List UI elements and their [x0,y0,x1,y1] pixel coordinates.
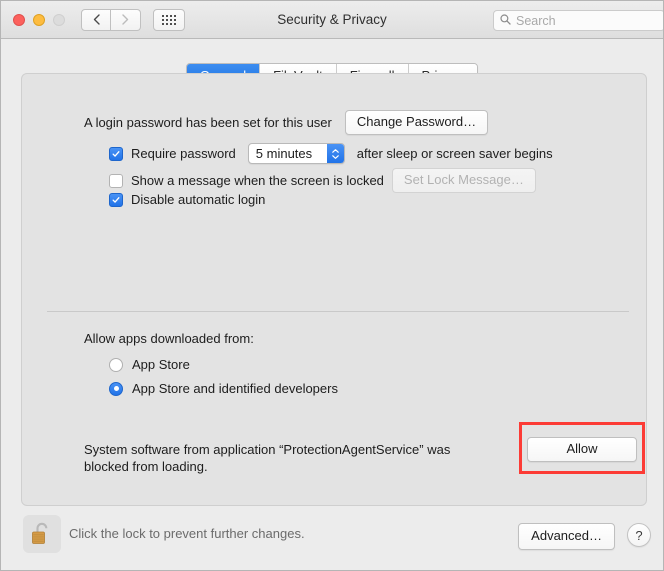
chevron-right-icon [122,14,129,25]
allow-apps-heading: Allow apps downloaded from: [84,331,254,346]
allow-apps-option-app-store[interactable]: App Store [109,357,190,372]
require-password-interval-value: 5 minutes [255,146,313,161]
set-lock-message-button[interactable]: Set Lock Message… [391,168,536,193]
allow-apps-option-identified-developers[interactable]: App Store and identified developers [109,381,338,396]
radio-identified-developers[interactable] [109,381,123,396]
radio-app-store-label: App Store [132,357,190,372]
popup-stepper-arrows-icon [326,144,344,163]
radio-identified-developers-label: App Store and identified developers [132,381,338,396]
blocked-software-message: System software from application “Protec… [84,442,451,474]
help-button[interactable]: ? [627,523,651,547]
general-settings-content: A login password has been set for this u… [21,73,647,506]
navigation-buttons [81,8,141,31]
minimize-button[interactable] [33,13,45,26]
require-password-label: Require password [131,146,236,161]
lock-button[interactable] [23,515,61,553]
disable-auto-login-row: Disable automatic login [109,192,265,207]
search-field[interactable]: Search [493,10,663,31]
show-all-grid-icon [162,14,176,25]
checkmark-icon [112,196,120,203]
open-padlock-icon [32,522,48,544]
traffic-light-group [13,13,65,26]
lock-caption: Click the lock to prevent further change… [69,526,305,541]
window-footer: Click the lock to prevent further change… [1,504,663,570]
disable-auto-login-label: Disable automatic login [131,192,266,207]
section-divider [47,311,629,312]
lock-message-checkbox[interactable] [109,173,123,188]
login-password-row: A login password has been set for this u… [84,110,489,135]
login-password-status: A login password has been set for this u… [84,115,332,130]
back-button[interactable] [81,8,111,31]
security-privacy-window: Security & Privacy Search General FileVa… [0,0,664,571]
search-input[interactable]: Search [516,14,556,28]
radio-selected-dot [113,386,119,391]
require-password-checkbox[interactable] [109,146,123,161]
change-password-button[interactable]: Change Password… [344,110,489,135]
lock-message-row: Show a message when the screen is locked… [109,168,536,193]
disable-auto-login-checkbox[interactable] [109,192,123,207]
chevron-left-icon [93,14,100,25]
close-button[interactable] [13,13,25,26]
allow-button[interactable]: Allow [527,437,637,462]
lock-message-label: Show a message when the screen is locked [131,173,384,188]
forward-button[interactable] [111,8,141,31]
checkmark-icon [112,150,120,157]
require-password-suffix-label: after sleep or screen saver begins [356,146,553,161]
radio-app-store[interactable] [109,357,123,372]
require-password-row: Require password 5 minutes after sleep o… [109,143,553,164]
advanced-button[interactable]: Advanced… [518,523,615,550]
require-password-interval-popup[interactable]: 5 minutes [247,143,345,164]
search-icon [500,12,511,30]
show-all-button[interactable] [153,8,185,31]
window-titlebar: Security & Privacy Search [1,1,663,39]
zoom-button [53,13,65,26]
